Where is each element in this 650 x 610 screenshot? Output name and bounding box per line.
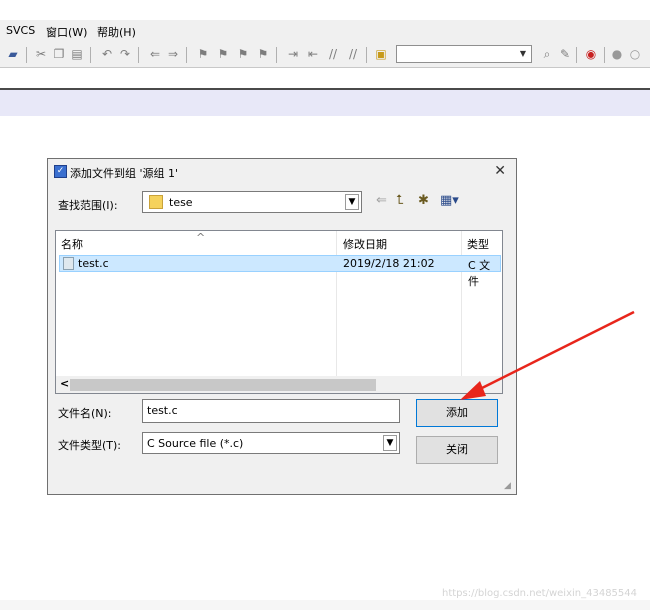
bottom-strip [0,600,650,610]
watermark: https://blog.csdn.net/weixin_43485544 [442,588,638,599]
annotation-arrow [460,310,635,400]
annotation-arrow-head [460,381,486,400]
annotation-arrow-line [473,310,635,394]
